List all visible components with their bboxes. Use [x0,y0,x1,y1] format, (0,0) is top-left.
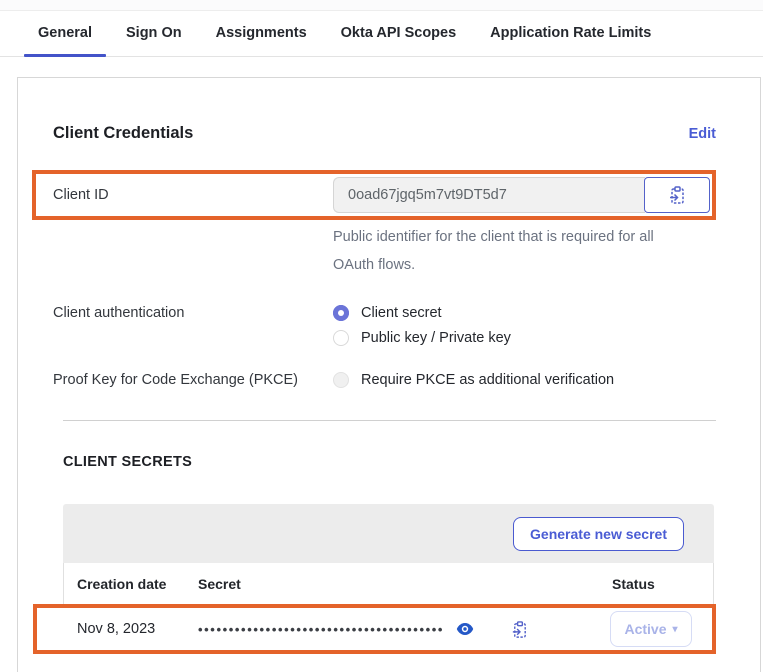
page-top-strip [0,0,763,11]
chevron-down-icon: ▾ [673,624,678,635]
client-authentication-row: Client authentication Client secret Publ… [53,305,716,346]
tab-sign-on[interactable]: Sign On [112,25,196,56]
client-credentials-header: Client Credentials Edit [53,124,716,143]
pkce-option-label: Require PKCE as additional verification [361,372,614,388]
status-badge: Active [624,621,666,637]
copy-client-id-button[interactable] [644,177,710,213]
edit-link[interactable]: Edit [689,126,716,142]
general-settings-card: Client Credentials Edit Client ID [17,77,761,672]
client-secrets-title: CLIENT SECRETS [63,454,716,470]
masked-secret-value: •••••••••••••••••••••••••••••••••••••••• [198,622,444,637]
tab-application-rate-limits[interactable]: Application Rate Limits [476,25,665,56]
app-tab-bar: General Sign On Assignments Okta API Sco… [0,11,763,57]
pkce-label: Proof Key for Code Exchange (PKCE) [53,372,333,388]
client-id-highlight-box: Client ID [32,170,716,220]
clipboard-copy-icon [510,620,529,639]
clipboard-copy-icon [667,185,687,205]
secret-row-highlight-box: Nov 8, 2023 ••••••••••••••••••••••••••••… [33,604,716,654]
client-authentication-label: Client authentication [53,305,333,346]
header-creation-date: Creation date [77,576,198,592]
secret-creation-date: Nov 8, 2023 [77,621,198,637]
pkce-option[interactable]: Require PKCE as additional verification [333,372,614,388]
pkce-row: Proof Key for Code Exchange (PKCE) Requi… [53,372,716,388]
radio-selected-icon[interactable] [333,305,349,321]
reveal-secret-button[interactable] [454,620,476,638]
header-status: Status [612,576,692,592]
client-secrets-toolbar: Generate new secret [63,504,714,563]
radio-client-secret-label: Client secret [361,305,442,321]
eye-icon [456,622,474,636]
tab-assignments[interactable]: Assignments [202,25,321,56]
client-credentials-title: Client Credentials [53,124,193,143]
status-dropdown-button[interactable]: Active ▾ [610,611,692,647]
radio-option-client-secret[interactable]: Client secret [333,305,511,321]
pkce-checkbox-icon[interactable] [333,372,349,388]
header-secret: Secret [198,576,612,592]
secret-cell: •••••••••••••••••••••••••••••••••••••••• [198,618,610,641]
section-divider [63,420,716,421]
table-header-row: Creation date Secret Status [64,563,713,604]
generate-new-secret-button[interactable]: Generate new secret [513,517,684,551]
copy-secret-button[interactable] [508,618,531,641]
table-row: Nov 8, 2023 ••••••••••••••••••••••••••••… [37,608,712,650]
tab-okta-api-scopes[interactable]: Okta API Scopes [327,25,471,56]
radio-unselected-icon[interactable] [333,330,349,346]
client-id-label: Client ID [53,187,333,203]
tab-general[interactable]: General [24,25,106,56]
radio-option-public-private-key[interactable]: Public key / Private key [333,330,511,346]
client-id-input[interactable] [333,177,645,213]
radio-public-key-label: Public key / Private key [361,330,511,346]
client-id-group [333,177,711,213]
client-id-help-text: Public identifier for the client that is… [333,223,693,279]
client-secrets-table: Creation date Secret Status Nov 8, 2023 … [63,563,714,654]
